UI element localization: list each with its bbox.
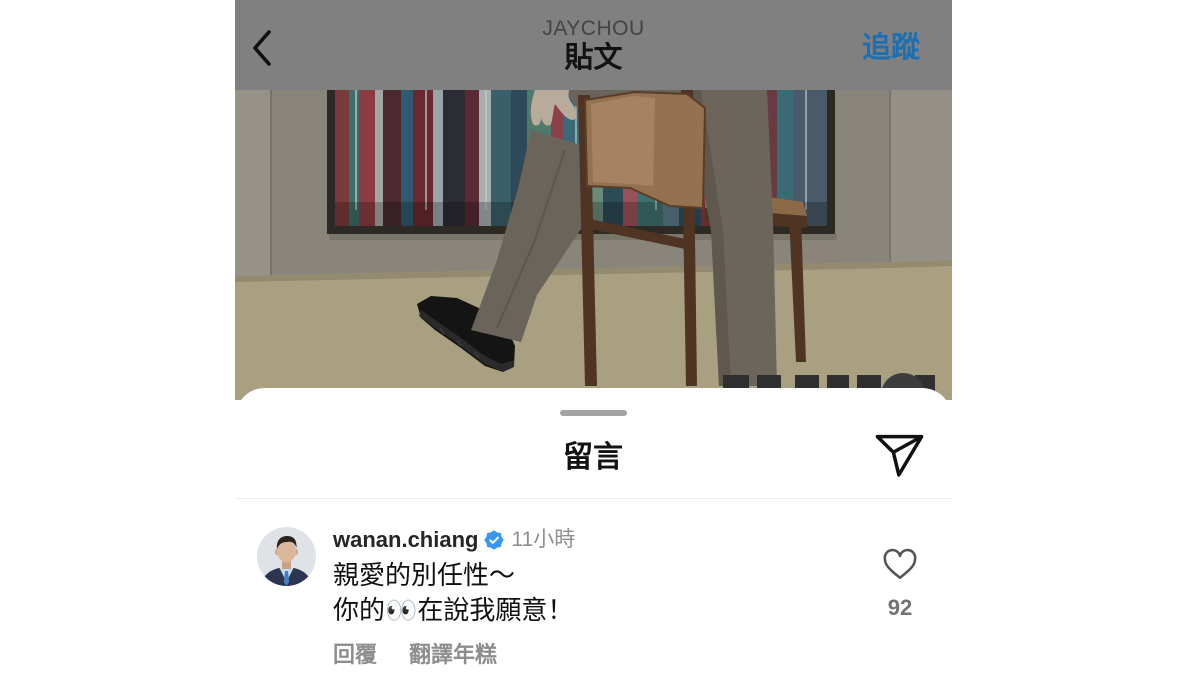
comments-sheet: 留言 wanan.chiang 11小時 親愛的別任性～ 你的👀在說我願意！ 回… xyxy=(235,388,952,675)
heart-outline-path xyxy=(883,548,917,580)
app-screen: JAYCHOU 貼文 追蹤 留言 wanan.chiang 11小時 親愛的別任… xyxy=(235,0,952,675)
chevron-left-icon-path xyxy=(253,30,271,66)
avatar-image xyxy=(257,527,316,586)
verified-badge-icon xyxy=(484,530,505,550)
wall-panel-left xyxy=(235,90,271,280)
post-header: JAYCHOU 貼文 追蹤 xyxy=(235,0,952,90)
comment-item: wanan.chiang 11小時 親愛的別任性～ 你的👀在說我願意！ 回覆 翻… xyxy=(235,388,952,675)
header-account-name: JAYCHOU xyxy=(542,17,645,40)
painting-streak xyxy=(805,90,807,210)
wall-panel-right xyxy=(890,90,952,265)
post-photo xyxy=(235,90,952,400)
translate-button[interactable]: 翻譯年糕 xyxy=(409,643,497,667)
chevron-left-icon[interactable] xyxy=(250,29,274,67)
avatar[interactable] xyxy=(257,527,316,586)
follow-button[interactable]: 追蹤 xyxy=(862,32,920,64)
post-photo-image xyxy=(235,90,952,400)
chair-backrest-highlight xyxy=(591,96,655,186)
comment-text-line: 你的👀在說我願意！ xyxy=(333,595,574,625)
verified-badge-shape xyxy=(484,530,505,550)
reply-button[interactable]: 回覆 xyxy=(333,643,377,667)
like-count[interactable]: 92 xyxy=(870,595,930,621)
painting-streak xyxy=(425,90,427,210)
painting-streak xyxy=(485,90,487,210)
comment-meta: wanan.chiang 11小時 xyxy=(333,527,575,553)
page-title: 貼文 xyxy=(564,42,623,74)
comment-username[interactable]: wanan.chiang xyxy=(333,527,478,553)
comment-text: 親愛的別任性～ 你的👀在說我願意！ xyxy=(333,558,573,628)
comment-text-line: 親愛的別任性～ xyxy=(333,560,516,590)
heart-outline-icon[interactable] xyxy=(882,547,918,583)
comment-time: 11小時 xyxy=(511,528,576,551)
painting-streak xyxy=(355,90,357,210)
